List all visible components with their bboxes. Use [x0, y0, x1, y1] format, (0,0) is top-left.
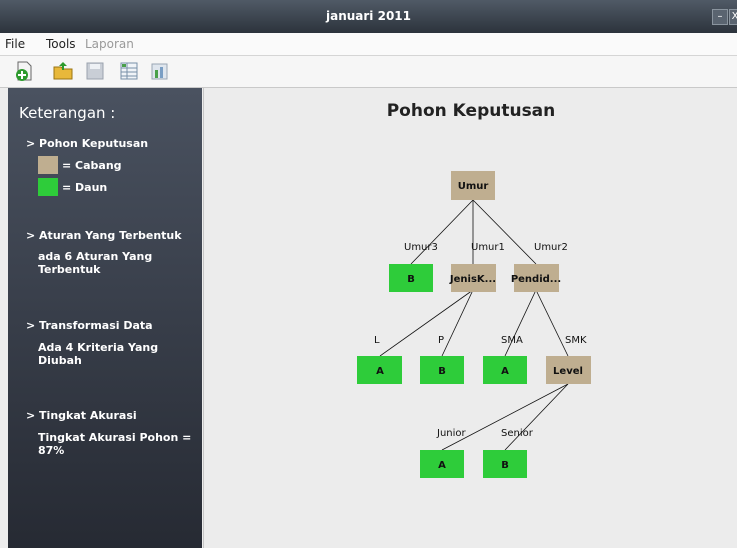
edge-umur-pendid [472, 199, 537, 265]
edge-label-umur2: Umur2 [534, 242, 568, 253]
menu-laporan[interactable]: Laporan [85, 37, 134, 51]
daun-swatch [38, 178, 58, 196]
node-b-leaf-label: B [407, 274, 415, 285]
node-a-leaf-sma[interactable]: A [483, 356, 527, 384]
table-view-icon[interactable] [118, 60, 140, 82]
toolbar [0, 56, 737, 88]
aturan-heading: > Aturan Yang Terbentuk [26, 229, 182, 242]
open-folder-icon[interactable] [52, 60, 74, 82]
edge-umur-b [410, 199, 474, 265]
node-a-leaf-sma-label: A [501, 366, 509, 377]
legend-title: Keterangan : [19, 104, 116, 122]
menu-tools[interactable]: Tools [46, 37, 76, 51]
tree-edges [379, 199, 569, 451]
cabang-swatch [38, 156, 58, 174]
edge-pendid-level [535, 289, 569, 357]
node-a-leaf-junior-label: A [438, 460, 446, 471]
decision-tree-panel: Pohon Keputusan Umur3 Umur1 Umur2 L P SM… [203, 88, 737, 548]
window-title: januari 2011 [325, 9, 411, 23]
edge-label-umur1: Umur1 [471, 242, 505, 253]
node-level-label: Level [553, 366, 583, 377]
edge-label-sma: SMA [501, 335, 523, 346]
edge-jenisk-b [441, 289, 474, 357]
edge-label-junior: Junior [436, 428, 467, 439]
edge-label-p: P [438, 335, 444, 346]
node-a-leaf-l-label: A [376, 366, 384, 377]
akurasi-heading: > Tingkat Akurasi [26, 409, 137, 422]
transformasi-heading: > Transformasi Data [26, 319, 153, 332]
chart-icon[interactable] [148, 60, 170, 82]
edge-jenisk-a [379, 289, 474, 357]
node-jenisk-label: JenisK... [449, 274, 496, 285]
node-level[interactable]: Level [546, 356, 591, 384]
edge-label-senior: Senior [501, 428, 534, 439]
new-document-icon[interactable] [14, 60, 36, 82]
daun-label: = Daun [62, 181, 108, 194]
menu-file[interactable]: File [5, 37, 25, 51]
close-button[interactable]: X [729, 9, 737, 25]
node-b-leaf[interactable]: B [389, 264, 433, 292]
akurasi-value: Tingkat Akurasi Pohon = 87% [38, 431, 192, 457]
minimize-button[interactable]: – [712, 9, 728, 25]
cabang-label: = Cabang [62, 159, 122, 172]
tree-nodes: Umur B JenisK... Pendid... A B A Level A… [357, 171, 591, 478]
edge-level-a [441, 383, 569, 451]
node-b-leaf-p[interactable]: B [420, 356, 464, 384]
node-a-leaf-junior[interactable]: A [420, 450, 464, 478]
edge-label-l: L [374, 335, 380, 346]
edge-level-b [504, 383, 569, 451]
aturan-value: ada 6 Aturan Yang Terbentuk [38, 250, 153, 276]
node-umur[interactable]: Umur [451, 171, 495, 200]
edge-label-smk: SMK [565, 335, 587, 346]
node-jenisk[interactable]: JenisK... [449, 264, 496, 292]
node-a-leaf-l[interactable]: A [357, 356, 402, 384]
node-b-leaf-senior-label: B [501, 460, 509, 471]
transformasi-value: Ada 4 Kriteria Yang Diubah [38, 341, 159, 367]
node-b-leaf-senior[interactable]: B [483, 450, 527, 478]
title-bar: januari 2011 – X [0, 0, 737, 33]
menu-bar: File Tools Laporan [0, 33, 737, 56]
node-pendid[interactable]: Pendid... [511, 264, 561, 292]
node-b-leaf-p-label: B [438, 366, 446, 377]
node-umur-label: Umur [458, 181, 489, 192]
pohon-heading: > Pohon Keputusan [26, 137, 149, 150]
edge-label-umur3: Umur3 [404, 242, 438, 253]
edge-pendid-a [504, 289, 537, 357]
legend-sidebar: Keterangan : > Pohon Keputusan = Cabang … [8, 88, 202, 548]
node-pendid-label: Pendid... [511, 274, 561, 285]
decision-tree: Umur3 Umur1 Umur2 L P SMA SMK Junior Sen… [357, 171, 591, 478]
save-icon[interactable] [84, 60, 106, 82]
